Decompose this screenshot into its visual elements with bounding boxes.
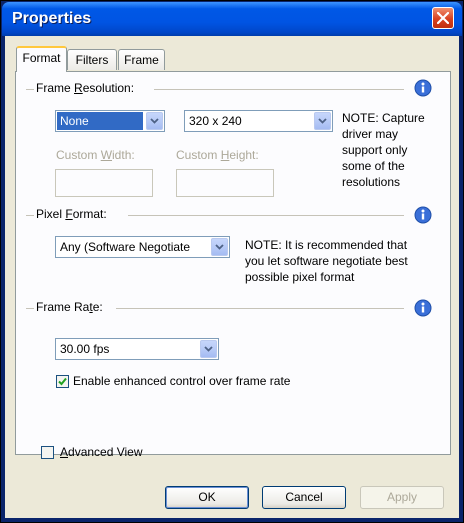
frame-rate-label: Frame Rate: (36, 300, 103, 314)
chevron-down-icon (318, 118, 327, 124)
custom-height-input[interactable] (176, 169, 274, 197)
size-preset-value: None (57, 112, 143, 130)
enhanced-frame-rate-label[interactable]: Enable enhanced control over frame rate (73, 374, 290, 388)
group-line (26, 215, 34, 216)
enhanced-frame-rate-checkbox[interactable] (56, 375, 69, 388)
custom-height-label: Custom Height: (176, 148, 259, 162)
close-button[interactable] (432, 7, 454, 29)
info-icon[interactable] (414, 299, 432, 317)
dropdown-button[interactable] (314, 112, 331, 130)
properties-window: Properties Format Filters Frame Frame Re… (0, 0, 464, 523)
frame-resolution-label: Frame Resolution: (36, 81, 135, 95)
size-preset-select[interactable]: None (55, 110, 165, 132)
group-line (26, 308, 34, 309)
group-line (26, 89, 34, 90)
dialog-client: Format Filters Frame Frame Resolution: N… (5, 36, 459, 518)
dropdown-button[interactable] (200, 340, 217, 358)
ok-button[interactable]: OK (165, 486, 249, 509)
resolution-select[interactable]: 320 x 240 (184, 110, 333, 132)
tab-label: Filters (75, 53, 109, 67)
custom-width-input[interactable] (55, 169, 153, 197)
tab-format[interactable]: Format (16, 46, 67, 72)
tab-label: Frame (124, 53, 159, 67)
apply-button[interactable]: Apply (360, 486, 444, 509)
cancel-button[interactable]: Cancel (262, 486, 346, 509)
dropdown-button[interactable] (211, 238, 228, 256)
group-line (154, 89, 404, 90)
window-title: Properties (12, 10, 92, 27)
chevron-down-icon (150, 118, 159, 124)
pixel-format-note: NOTE: It is recommended that you let sof… (245, 238, 408, 284)
group-line (128, 215, 404, 216)
tab-frame[interactable]: Frame (118, 49, 165, 70)
tab-label: Format (22, 51, 61, 65)
pixel-format-value: Any (Software Negotiate (60, 240, 191, 254)
close-icon (437, 12, 449, 24)
chevron-down-icon (215, 244, 224, 250)
custom-width-label: Custom Width: (56, 148, 135, 162)
dropdown-button[interactable] (146, 112, 163, 130)
tab-filters[interactable]: Filters (67, 49, 117, 70)
frame-rate-select[interactable]: 30.00 fps (55, 338, 219, 360)
group-line (116, 308, 404, 309)
chevron-down-icon (204, 346, 213, 352)
info-icon[interactable] (414, 79, 432, 97)
resolution-value: 320 x 240 (189, 114, 242, 128)
info-icon[interactable] (414, 206, 432, 224)
frame-rate-value: 30.00 fps (60, 342, 110, 356)
advanced-view-label[interactable]: Advanced View (60, 445, 143, 459)
pixel-format-select[interactable]: Any (Software Negotiate (55, 236, 230, 258)
advanced-view-checkbox[interactable] (41, 446, 54, 459)
format-tab-panel: Frame Resolution: None 320 x 240 NOTE: C… (15, 71, 451, 455)
pixel-format-label: Pixel Format: (36, 207, 107, 221)
title-bar[interactable]: Properties (2, 2, 462, 36)
resolution-note: NOTE: Capture driver may support only so… (342, 111, 425, 189)
check-icon (58, 377, 67, 386)
